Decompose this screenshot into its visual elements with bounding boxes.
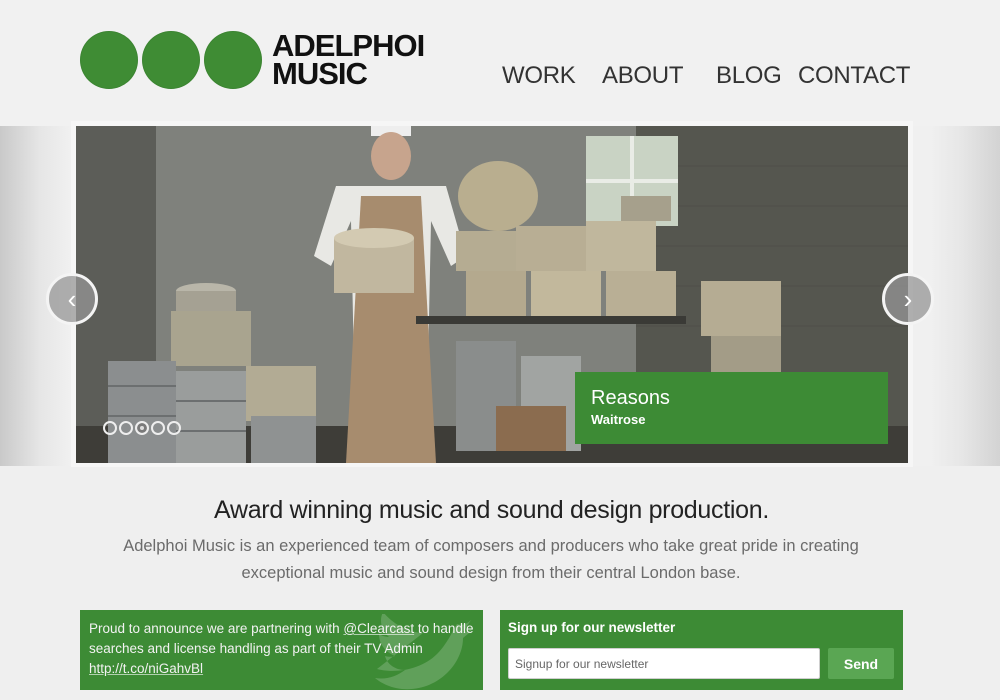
slide-caption[interactable]: Reasons Waitrose — [575, 372, 888, 444]
nav-blog[interactable]: BLOG — [716, 62, 782, 90]
logo-circle-icon — [204, 31, 262, 89]
newsletter-title: Sign up for our newsletter — [508, 620, 676, 635]
newsletter-send-button[interactable]: Send — [828, 648, 894, 679]
chevron-right-icon: › — [903, 283, 913, 314]
latest-tweet: Proud to announce we are partnering with… — [80, 610, 483, 690]
slider-dot[interactable] — [167, 421, 181, 435]
nav-work[interactable]: WORK — [502, 62, 576, 90]
logo-line-2: MUSIC — [272, 56, 368, 91]
newsletter-signup: Sign up for our newsletter Send — [500, 610, 903, 690]
intro-body: Adelphoi Music is an experienced team of… — [123, 537, 859, 582]
newsletter-email-input[interactable] — [508, 648, 820, 679]
slider-prev-button[interactable]: ‹ — [46, 273, 98, 325]
slider-pagination — [103, 421, 183, 435]
intro-headline: Award winning music and sound design pro… — [214, 496, 769, 524]
nav-about[interactable]: ABOUT — [602, 62, 683, 90]
logo-circle-icon — [80, 31, 138, 89]
slider-dot[interactable] — [103, 421, 117, 435]
tweet-url-link[interactable]: http://t.co/niGahvBl — [89, 661, 203, 676]
slide-caption-client: Waitrose — [591, 412, 646, 427]
nav-contact[interactable]: CONTACT — [798, 62, 910, 90]
site-logo[interactable]: ADELPHOI MUSIC — [80, 30, 425, 91]
twitter-bird-icon — [375, 614, 473, 690]
logo-circle-icon — [142, 31, 200, 89]
chevron-left-icon: ‹ — [67, 283, 77, 314]
logo-wordmark: ADELPHOI MUSIC — [272, 30, 425, 91]
tweet-text-start: Proud to announce we are partnering with — [89, 621, 344, 636]
slider-next-button[interactable]: › — [882, 273, 934, 325]
site-header: ADELPHOI MUSIC WORK ABOUT BLOG CONTACT — [0, 0, 1000, 126]
slider-dot-active[interactable] — [135, 421, 149, 435]
slider-dot[interactable] — [119, 421, 133, 435]
slide-caption-title: Reasons — [591, 387, 670, 409]
slider-dot[interactable] — [151, 421, 165, 435]
